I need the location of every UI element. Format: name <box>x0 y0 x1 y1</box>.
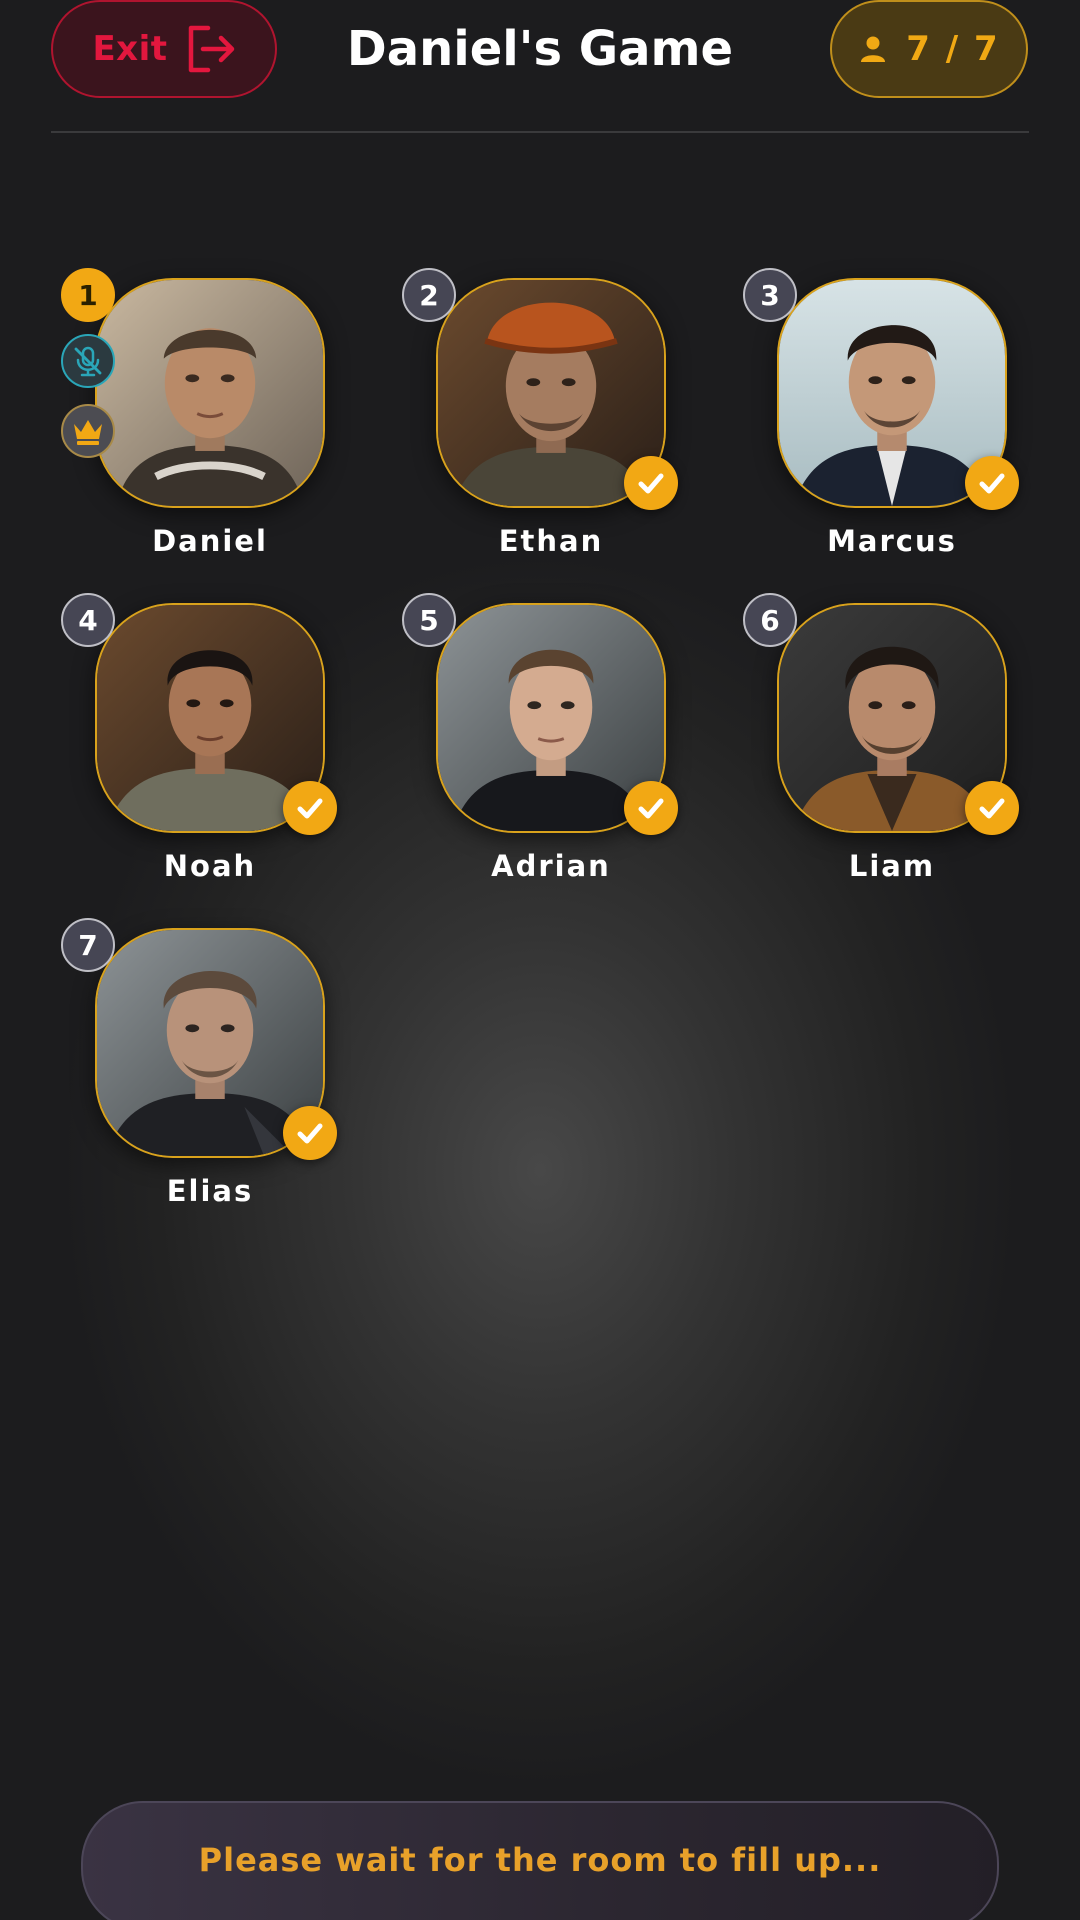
player-number-badge: 4 <box>61 593 115 647</box>
wait-status-text: Please wait for the room to fill up... <box>198 1841 882 1879</box>
player-name: Marcus <box>827 524 957 558</box>
player-card[interactable]: 6 Liam <box>743 593 1043 903</box>
player-card[interactable]: 4 Noah <box>61 593 361 903</box>
player-avatar <box>95 278 325 508</box>
check-icon <box>624 781 678 835</box>
player-number-badge: 7 <box>61 918 115 972</box>
check-icon <box>283 781 337 835</box>
mic-off-icon <box>61 334 115 388</box>
player-card[interactable]: 2 Ethan <box>402 268 702 578</box>
wait-status-banner: Please wait for the room to fill up... <box>81 1801 999 1920</box>
player-name: Adrian <box>491 849 611 883</box>
player-name: Elias <box>166 1174 254 1208</box>
player-name: Daniel <box>152 524 268 558</box>
player-card[interactable]: 1 Daniel <box>61 268 361 578</box>
player-number-badge: 1 <box>61 268 115 322</box>
check-icon <box>965 781 1019 835</box>
player-card[interactable]: 3 Marcus <box>743 268 1043 578</box>
player-name: Liam <box>848 849 936 883</box>
player-card[interactable]: 5 Adrian <box>402 593 702 903</box>
crown-icon <box>61 404 115 458</box>
check-icon <box>283 1106 337 1160</box>
player-number-badge: 3 <box>743 268 797 322</box>
player-number-badge: 5 <box>402 593 456 647</box>
check-icon <box>965 456 1019 510</box>
player-grid: 1 Daniel 2 Ethan 3 Marcus 4 Noah 5 Adria… <box>0 0 1080 1300</box>
player-name: Noah <box>163 849 257 883</box>
player-card[interactable]: 7 Elias <box>61 918 361 1228</box>
player-number-badge: 2 <box>402 268 456 322</box>
check-icon <box>624 456 678 510</box>
player-name: Ethan <box>498 524 604 558</box>
player-number-badge: 6 <box>743 593 797 647</box>
